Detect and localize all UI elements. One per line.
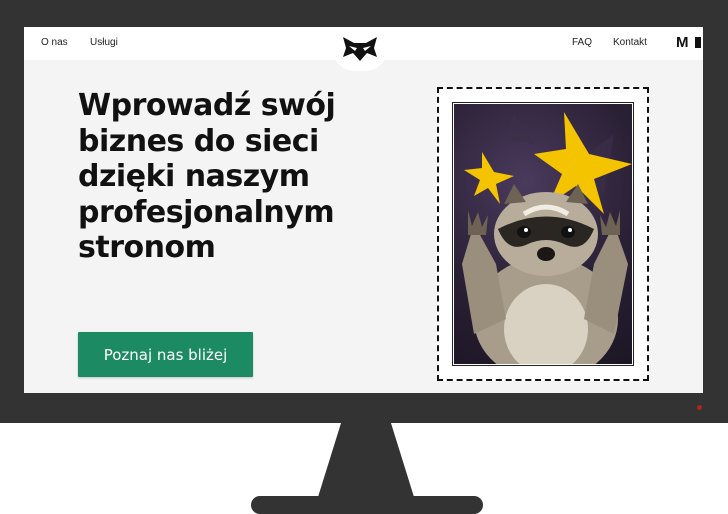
- navbar: O nas Usługi FAQ Kontakt M: [24, 27, 703, 71]
- nav-link-contact[interactable]: Kontakt: [613, 37, 647, 48]
- monitor-stand-base: [251, 496, 483, 514]
- raccoon-photo: [452, 102, 634, 366]
- nav-link-about[interactable]: O nas: [41, 37, 68, 48]
- website-screen: O nas Usługi FAQ Kontakt M Wprowadź swój…: [24, 27, 703, 393]
- nav-link-services[interactable]: Usługi: [90, 37, 118, 48]
- power-led-icon: [697, 405, 702, 410]
- logo[interactable]: [333, 27, 387, 71]
- image-frame: [437, 87, 649, 381]
- raccoon-logo-icon: [343, 37, 377, 61]
- monitor-stand-neck: [318, 423, 414, 497]
- raccoon-illustration-icon: [462, 112, 632, 364]
- brand-wordmark: M: [676, 34, 701, 51]
- cta-button[interactable]: Poznaj nas bliżej: [78, 332, 253, 377]
- hero-heading: Wprowadź swój biznes do sieci dzięki nas…: [78, 88, 336, 265]
- nav-link-faq[interactable]: FAQ: [572, 37, 592, 48]
- monitor-frame: O nas Usługi FAQ Kontakt M Wprowadź swój…: [0, 0, 728, 423]
